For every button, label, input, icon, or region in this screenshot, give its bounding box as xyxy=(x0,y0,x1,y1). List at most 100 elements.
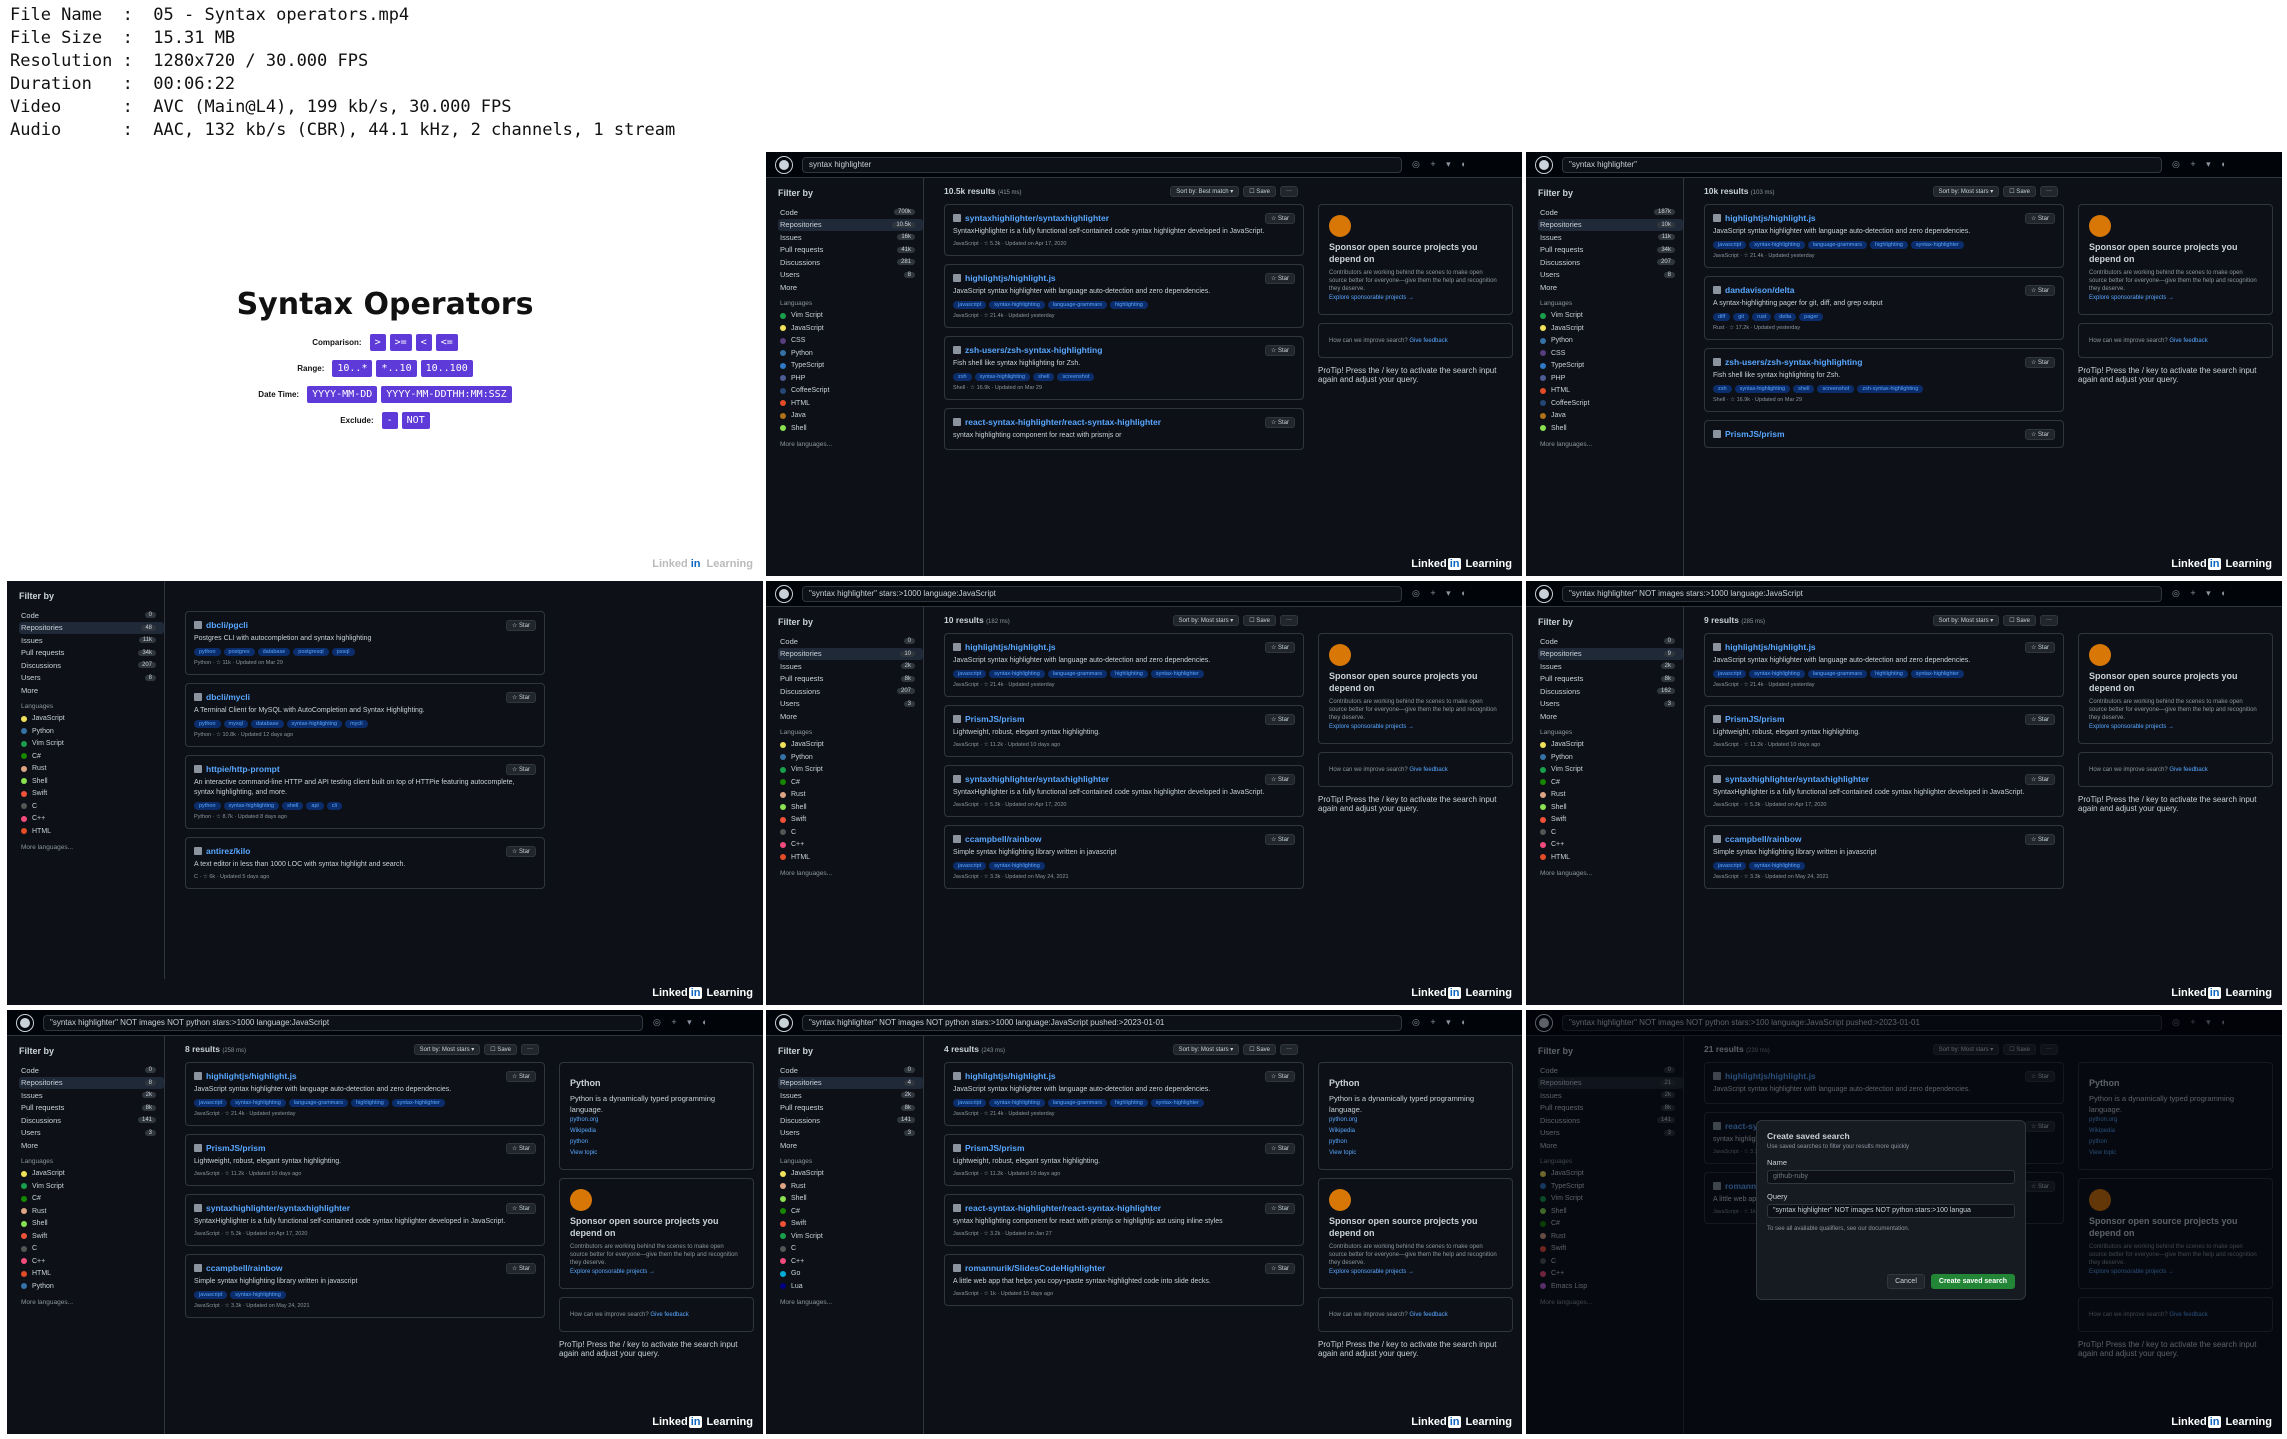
topic-tag[interactable]: shell xyxy=(1033,373,1055,381)
topic-tag[interactable]: postgresql xyxy=(293,648,329,656)
language-filter[interactable]: JavaScript xyxy=(778,322,923,335)
topic-tag[interactable]: zsh xyxy=(1713,385,1732,393)
filter-item-repositories[interactable]: Repositories 48 xyxy=(19,621,164,634)
language-filter[interactable]: HTML xyxy=(778,851,923,864)
language-filter[interactable]: Python xyxy=(19,1280,164,1293)
language-filter[interactable]: Python xyxy=(778,751,923,764)
star-button[interactable]: ☆ Star xyxy=(505,764,536,775)
github-logo-icon[interactable] xyxy=(1535,155,1553,174)
topic-tag[interactable]: syntax-highlighting xyxy=(286,720,343,728)
topic-tag[interactable]: pssql xyxy=(331,648,355,656)
topic-tag[interactable]: postgres xyxy=(223,648,255,656)
language-filter[interactable]: Shell xyxy=(1538,422,1683,435)
language-filter[interactable]: Shell xyxy=(1538,1205,1683,1218)
filter-item-code[interactable]: Code 0 xyxy=(778,635,923,648)
filter-more[interactable]: More xyxy=(778,281,923,294)
topic-tag[interactable]: python xyxy=(194,802,221,810)
filter-item-users[interactable]: Users 3 xyxy=(1538,1127,1683,1140)
language-filter[interactable]: C# xyxy=(778,1205,923,1218)
repo-name-link[interactable]: ccampbell/rainbow xyxy=(953,834,1295,844)
save-button[interactable]: ☐ Save xyxy=(2003,1043,2036,1055)
sort-dropdown[interactable]: Sort by: Most stars ▾ xyxy=(1932,614,2000,626)
topic-tag[interactable]: syntax-highlighting xyxy=(230,1291,286,1299)
language-filter[interactable]: C++ xyxy=(19,1255,164,1268)
save-button[interactable]: ☐ Save xyxy=(1243,185,1276,197)
topic-tag[interactable]: api xyxy=(306,802,324,810)
language-filter[interactable]: Vim Script xyxy=(19,1180,164,1193)
save-button[interactable]: ☐ Save xyxy=(2003,185,2036,197)
star-button[interactable]: ☆ Star xyxy=(1264,1263,1295,1274)
language-filter[interactable]: Vim Script xyxy=(1538,1193,1683,1206)
star-button[interactable]: ☆ Star xyxy=(2024,834,2055,845)
filter-more[interactable]: More xyxy=(1538,281,1683,294)
repo-name-link[interactable]: PrismJS/prism xyxy=(953,1143,1295,1153)
topic-tag[interactable]: mysql xyxy=(223,720,248,728)
star-button[interactable]: ☆ Star xyxy=(2024,1121,2055,1132)
topic-tag[interactable]: javascript xyxy=(953,1099,987,1107)
filter-item-issues[interactable]: Issues 2k xyxy=(778,1089,923,1102)
search-input[interactable]: "syntax highlighter" NOT images NOT pyth… xyxy=(43,1014,643,1031)
topic-tag[interactable]: highlighting xyxy=(1870,670,1908,678)
star-button[interactable]: ☆ Star xyxy=(505,620,536,631)
language-filter[interactable]: CSS xyxy=(778,335,923,348)
topic-link[interactable]: View topic xyxy=(570,1148,743,1159)
language-filter[interactable]: Vim Script xyxy=(1538,310,1683,323)
filter-item-code[interactable]: Code 187k xyxy=(1538,206,1683,219)
filter-item-discussions[interactable]: Discussions 141 xyxy=(19,1114,164,1127)
language-filter[interactable]: JavaScript xyxy=(19,1168,164,1181)
filter-item-discussions[interactable]: Discussions 141 xyxy=(1538,1114,1683,1127)
save-button[interactable]: ☐ Save xyxy=(2003,614,2036,626)
language-filter[interactable]: Vim Script xyxy=(778,1230,923,1243)
language-filter[interactable]: Python xyxy=(1538,751,1683,764)
more-languages-link[interactable]: More languages... xyxy=(780,870,923,877)
repo-name-link[interactable]: highlightjs/highlight.js xyxy=(1713,213,2055,223)
language-filter[interactable]: JavaScript xyxy=(778,739,923,752)
repo-name-link[interactable]: highlightjs/highlight.js xyxy=(194,1071,536,1081)
filter-item-repositories[interactable]: Repositories 10 xyxy=(778,647,923,660)
repo-name-link[interactable]: dandavison/delta xyxy=(1713,285,2055,295)
filter-item-users[interactable]: Users 3 xyxy=(778,698,923,711)
topic-tag[interactable]: language-grammars xyxy=(1807,241,1868,249)
repo-name-link[interactable]: PrismJS/prism xyxy=(953,714,1295,724)
topic-tag[interactable]: javascript xyxy=(194,1291,228,1299)
explore-sponsorable-link[interactable]: Explore sponsorable projects → xyxy=(1329,1267,1502,1278)
topic-link[interactable]: Wikipedia xyxy=(570,1126,743,1137)
topic-tag[interactable]: syntax-highlighting xyxy=(989,862,1045,870)
language-filter[interactable]: Lua xyxy=(778,1280,923,1293)
save-button[interactable]: ☐ Save xyxy=(1243,614,1276,626)
topic-tag[interactable]: syntax-highlighter xyxy=(1150,1099,1204,1107)
header-icons[interactable]: ◎ + ▾ ◐ xyxy=(1412,1017,1471,1028)
filter-item-code[interactable]: Code 0 xyxy=(19,609,164,622)
topic-tag[interactable]: delta xyxy=(1774,313,1797,321)
topic-tag[interactable]: pager xyxy=(1799,313,1824,321)
more-languages-link[interactable]: More languages... xyxy=(1540,870,1683,877)
filter-item-users[interactable]: Users 3 xyxy=(19,1127,164,1140)
star-button[interactable]: ☆ Star xyxy=(2024,429,2055,440)
language-filter[interactable]: TypeScript xyxy=(1538,360,1683,373)
topic-link[interactable]: python xyxy=(1329,1137,1502,1148)
language-filter[interactable]: Swift xyxy=(778,814,923,827)
topic-tag[interactable]: syntax-highlighting xyxy=(989,670,1045,678)
topic-tag[interactable]: javascript xyxy=(1713,670,1747,678)
repo-name-link[interactable]: highlightjs/highlight.js xyxy=(953,642,1295,652)
language-filter[interactable]: Swift xyxy=(1538,814,1683,827)
language-filter[interactable]: Vim Script xyxy=(778,764,923,777)
search-input[interactable]: "syntax highlighter" NOT images NOT pyth… xyxy=(1562,1014,2162,1031)
repo-name-link[interactable]: PrismJS/prism xyxy=(1713,429,2055,439)
topic-tag[interactable]: syntax-highlighting xyxy=(989,1099,1045,1107)
sort-dropdown[interactable]: Sort by: Most stars ▾ xyxy=(1932,185,2000,197)
star-button[interactable]: ☆ Star xyxy=(505,1263,536,1274)
topic-tag[interactable]: javascript xyxy=(1713,241,1747,249)
topic-tag[interactable]: javascript xyxy=(194,1099,228,1107)
topic-link[interactable]: Wikipedia xyxy=(2089,1126,2262,1137)
more-options-button[interactable]: ··· xyxy=(2040,614,2058,626)
star-button[interactable]: ☆ Star xyxy=(505,846,536,857)
topic-tag[interactable]: rust xyxy=(1752,313,1772,321)
topic-link[interactable]: View topic xyxy=(1329,1148,1502,1159)
filter-item-users[interactable]: Users 8 xyxy=(1538,269,1683,282)
language-filter[interactable]: PHP xyxy=(778,372,923,385)
give-feedback-link[interactable]: Give feedback xyxy=(1409,767,1447,773)
topic-tag[interactable]: syntax-highlighting xyxy=(223,802,280,810)
star-button[interactable]: ☆ Star xyxy=(1264,714,1295,725)
filter-item-issues[interactable]: Issues 2k xyxy=(1538,1089,1683,1102)
